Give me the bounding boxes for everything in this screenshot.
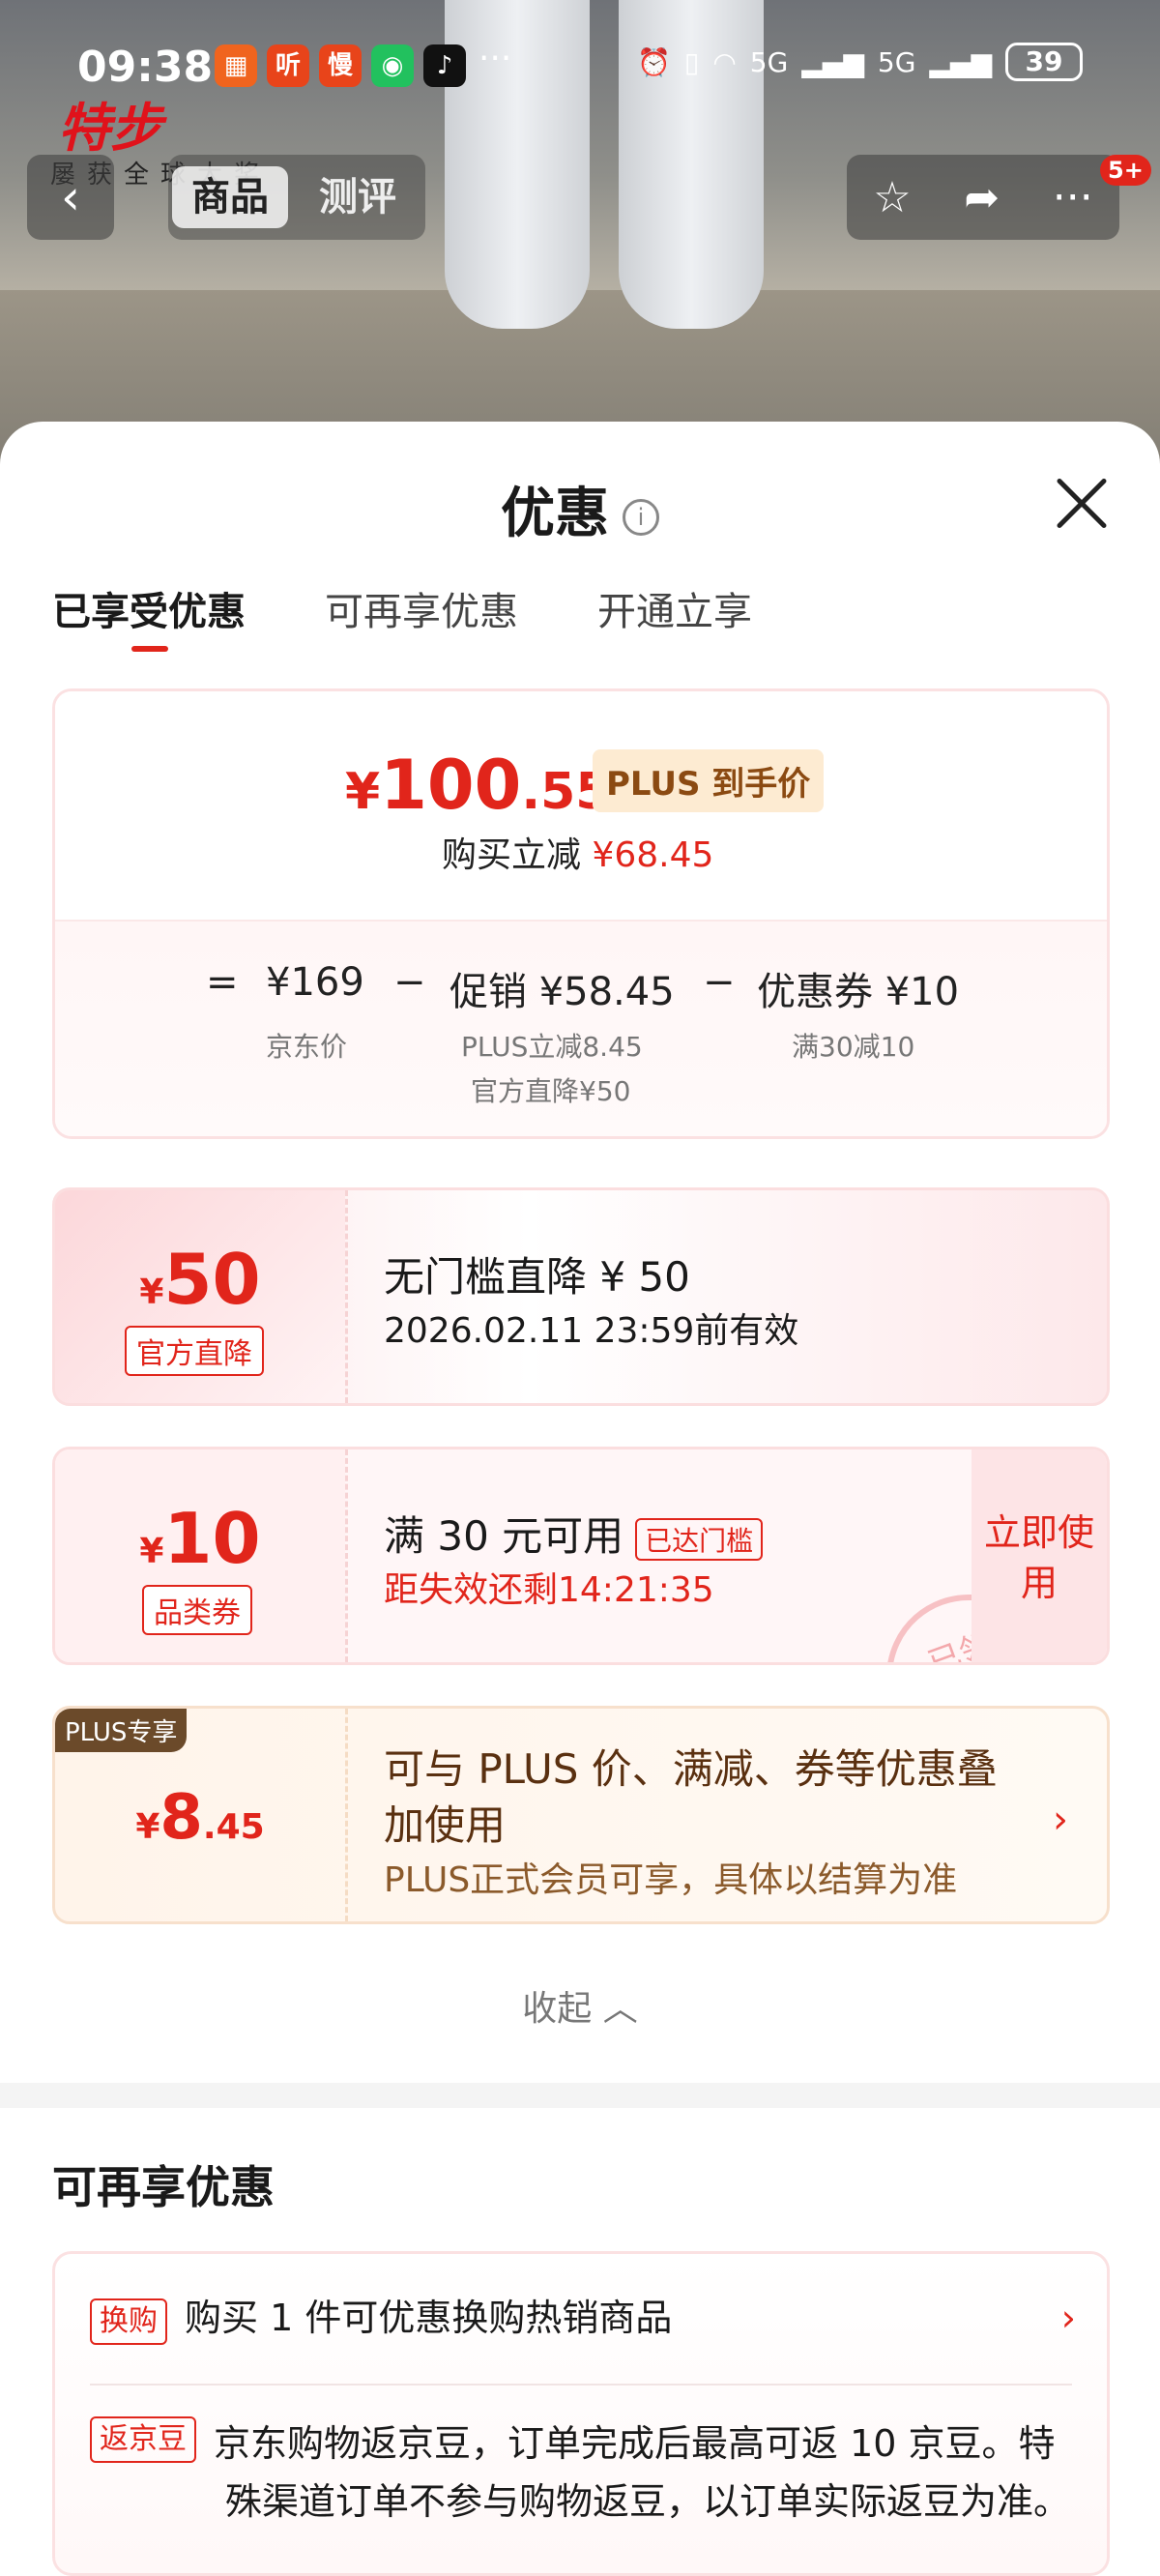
coupon-amount-50: ¥50 [139,1239,261,1320]
final-price: ¥100.55 [345,746,611,825]
coupon-title: 无门槛直降 ¥ 50 [384,1253,690,1301]
list-item-exchange[interactable]: 换购 购买 1 件可优惠换购热销商品 › [90,2291,1076,2345]
coupon-threshold: 满 30 元可用 已达门槛 [384,1504,764,1563]
top-tabs: 商品 测评 [168,155,425,240]
chevron-left-icon: ‹ [61,169,80,225]
calendar-icon: ▦ [215,44,257,87]
exchange-tag: 换购 [90,2298,167,2345]
message-badge: 5+ [1100,155,1151,186]
coupon-card-official: ¥50 官方直降 无门槛直降 ¥ 50 2026.02.11 23:59前有效 [52,1187,1110,1406]
coupon-amount-10: ¥10 [139,1498,261,1579]
plus-price-tag: PLUS 到手价 [593,749,825,812]
base-price-label: 京东价 [266,1031,348,1063]
tab-goods[interactable]: 商品 [172,166,288,228]
plus-exclusive-badge: PLUS专享 [55,1709,188,1752]
coupon-card-category: ¥10 品类券 满 30 元可用 已达门槛 距失效还剩14:21:35 已领 立即… [52,1447,1110,1665]
signal-5g-icon: 5G [749,45,789,78]
plus-amount: ¥8.45 [135,1782,265,1854]
collapse-button[interactable]: 收起 ︿ [0,1980,1160,2031]
more-discounts-title: 可再享优惠 [52,2161,275,2213]
plus-exclusive-card[interactable]: PLUS专享 ¥8.45 可与 PLUS 价、满减、券等优惠叠加使用 PLUS正… [52,1706,1110,1924]
wechat-icon: ◉ [371,44,414,87]
battery-indicator: 39 [1005,43,1083,81]
top-actions: ☆ ➦ ··· [847,155,1119,240]
promo-label-official: 官方直降¥50 [471,1075,631,1107]
minus-sign-1: − [393,960,426,1005]
price-summary: ¥100.55 PLUS 到手价 购买立减 ¥68.45 = ¥169 − 促销… [52,688,1110,1139]
chevron-right-icon: › [1053,1798,1068,1842]
more-icon[interactable]: ··· [1053,173,1093,222]
tab-review[interactable]: 测评 [300,166,416,228]
status-bar: 09:38 ▦ 听 慢 ◉ ♪ ··· ⏰ ▯ ◠ 5G ▂▄▆ 5G ▂▄▆ … [0,39,1160,97]
threshold-reached-badge: 已达门槛 [635,1517,764,1561]
use-now-button[interactable]: 立即使用 [972,1449,1107,1662]
equals-sign: = [206,960,239,1005]
list-item-jingdou: 返京豆 京东购物返京豆，订单完成后最高可返 10 京豆。特 [90,2416,1095,2471]
signal-bars-icon-2: ▂▄▆ [929,45,992,78]
promo-amount: 促销 ¥58.45 [450,970,675,1014]
wifi-icon: ◠ [712,45,737,78]
more-notifications-icon: ··· [478,39,512,78]
tab-open-plus[interactable]: 开通立享 [597,580,752,636]
back-button[interactable]: ‹ [27,155,114,240]
base-price: ¥169 [266,960,364,1005]
jingdou-text-line2: 殊渠道订单不参与购物返豆，以订单实际返豆为准。 [225,2480,1071,2523]
instant-reduction: 购买立减 ¥68.45 [442,835,714,875]
douyin-icon: ♪ [423,44,466,87]
sheet-title: 优惠 i [0,470,1160,548]
tab-more-available[interactable]: 可再享优惠 [325,580,518,636]
plus-description: 可与 PLUS 价、满减、券等优惠叠加使用 [384,1745,998,1849]
coupon-validity: 2026.02.11 23:59前有效 [384,1311,799,1351]
discount-tabs: 已享受优惠 可再享优惠 开通立享 [52,580,752,652]
listen-app-icon: 听 [267,44,309,87]
share-icon[interactable]: ➦ [964,173,1000,222]
more-discounts-list: 换购 购买 1 件可优惠换购热销商品 › 返京豆 京东购物返京豆，订单完成后最高可返… [52,2251,1110,2576]
jingdou-tag: 返京豆 [90,2416,196,2463]
section-divider [0,2083,1160,2108]
coupon-tag-category: 品类券 [142,1585,252,1635]
slow-app-icon: 慢 [319,44,362,87]
discount-sheet: 优惠 i 已享受优惠 可再享优惠 开通立享 ¥100.55 PLUS 到手价 购买… [0,422,1160,2576]
coupon-tag-official: 官方直降 [125,1326,264,1376]
alarm-icon: ⏰ [637,45,671,78]
tab-enjoyed[interactable]: 已享受优惠 [52,580,246,652]
vibrate-icon: ▯ [683,45,700,78]
price-breakdown: = ¥169 − 促销 ¥58.45 − 优惠券 ¥10 京东价 PLUS立减8… [55,920,1107,1136]
coupon-countdown: 距失效还剩14:21:35 [384,1570,714,1610]
promo-label-plus: PLUS立减8.45 [461,1031,643,1063]
chevron-right-icon: › [1060,2297,1076,2339]
info-icon[interactable]: i [623,498,659,536]
plus-note: PLUS正式会员可享，具体以结算为准 [384,1860,958,1900]
favorite-star-icon[interactable]: ☆ [873,173,911,222]
coupon-amount: 优惠券 ¥10 [757,970,960,1014]
close-icon[interactable] [1054,476,1110,532]
signal-bars-icon: ▂▄▆ [801,45,864,78]
coupon-label: 满30减10 [792,1031,915,1063]
minus-sign-2: − [703,960,736,1005]
status-time: 09:38 [77,43,214,92]
signal-5g-icon-2: 5G [877,45,916,78]
